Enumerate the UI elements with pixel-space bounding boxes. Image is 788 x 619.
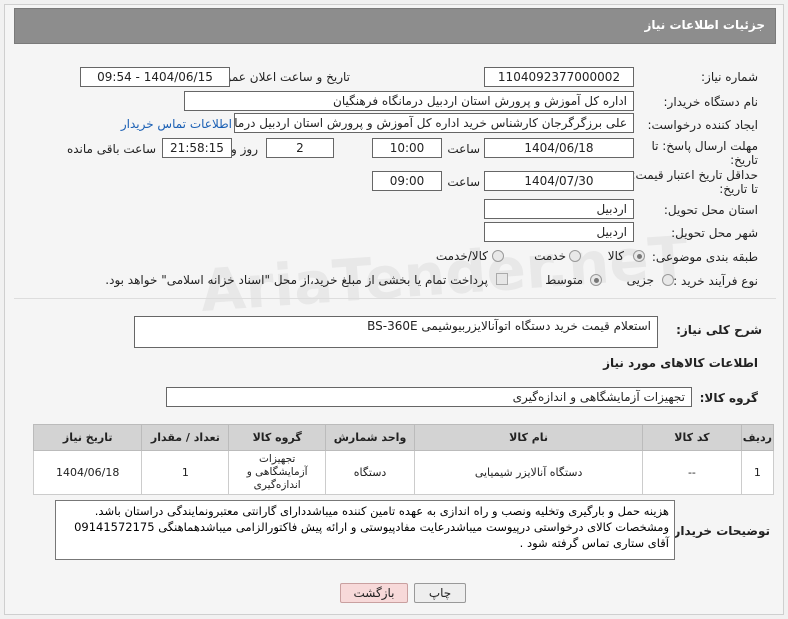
table-row: 1 -- دستگاه آنالایزر شیمیایی دستگاه تجهی… [32,450,775,495]
process-option-medium: متوسط [545,273,583,287]
category-option-both: کالا/خدمت [435,249,488,263]
deadline-time-label: ساعت [447,142,480,156]
process-label: نوع فرآیند خرید : [673,274,758,288]
goods-table: ردیف کد کالا نام کالا واحد شمارش گروه کا… [32,424,775,495]
goods-section-title: اطلاعات کالاهای مورد نیاز [603,356,758,370]
deadline-label: مهلت ارسال پاسخ: تا [651,139,758,153]
requester-field: علی برزگرگرجان کارشناس خرید اداره کل آمو… [234,113,634,133]
category-option-goods: کالا [607,249,624,263]
treasury-checkbox[interactable] [496,273,508,285]
cell-unit: دستگاه [324,450,416,495]
panel-header: جزئیات اطلاعات نیاز [14,8,776,44]
col-code: کد کالا [642,424,742,451]
col-qty: تعداد / مقدار [141,424,230,451]
days-label: روز و [231,142,258,156]
validity-time-field: 09:00 [372,171,442,191]
cell-code: -- [642,450,742,495]
days-field: 2 [266,138,334,158]
validity-label: حداقل تاریخ اعتبار قیمت: [631,168,758,182]
province-field: اردبیل [484,199,634,219]
province-label: استان محل تحویل: [663,203,758,217]
validity-date-field: 1404/07/30 [484,171,634,191]
need-number-field: 1104092377000002 [484,67,634,87]
treasury-note: پرداخت تمام یا بخشی از مبلغ خرید،از محل … [105,273,488,287]
remaining-label: ساعت باقی مانده [66,142,156,156]
print-button[interactable]: چاپ [414,583,466,603]
process-radio-medium[interactable] [590,274,602,286]
deadline-label-date: تاریخ: [730,153,758,167]
category-radio-both[interactable] [492,250,504,262]
validity-time-label: ساعت [447,175,480,189]
cell-row: 1 [740,450,775,495]
need-number-label: شماره نیاز: [701,70,758,84]
announce-date-field: 1404/06/15 - 09:54 [80,67,230,87]
col-name: نام کالا [414,424,644,451]
col-unit: واحد شمارش [324,424,416,451]
requester-label: ایجاد کننده درخواست: [647,118,758,132]
col-date: تاریخ نیاز [32,424,143,451]
city-label: شهر محل تحویل: [671,226,758,240]
category-radio-service[interactable] [569,250,581,262]
remaining-time-field: 21:58:15 [162,138,232,158]
cell-group: تجهیزات آزمایشگاهی و اندازه‌گیری [228,450,326,495]
page-title: جزئیات اطلاعات نیاز [644,18,765,32]
category-label: طبقه بندی موضوعی: [651,250,758,264]
buyer-contact-link[interactable]: اطلاعات تماس خریدار [121,117,232,131]
process-radio-minor[interactable] [662,274,674,286]
goods-group-field: تجهیزات آزمایشگاهی و اندازه‌گیری [166,387,692,407]
goods-group-label: گروه کالا: [699,391,758,405]
cell-name: دستگاه آنالایزر شیمیایی [414,450,644,495]
divider [14,298,776,299]
category-option-service: خدمت [534,249,566,263]
city-field: اردبیل [484,222,634,242]
cell-qty: 1 [141,450,230,495]
process-option-minor: جزیی [626,273,654,287]
category-radio-goods[interactable] [633,250,645,262]
buyer-org-label: نام دستگاه خریدار: [663,95,759,109]
col-group: گروه کالا [228,424,326,451]
buyer-org-field: اداره کل آموزش و پرورش استان اردبیل درما… [184,91,634,111]
buyer-notes-field[interactable]: هزینه حمل و بارگیری وتخلیه ونصب و راه ان… [55,500,675,560]
summary-field: استعلام قیمت خرید دستگاه اتوآنالایزربیوش… [134,316,658,348]
table-header-row: ردیف کد کالا نام کالا واحد شمارش گروه کا… [32,424,775,451]
deadline-date-field: 1404/06/18 [484,138,634,158]
col-row: ردیف [740,424,775,451]
cell-date: 1404/06/18 [32,450,143,495]
validity-label-date: تا تاریخ: [719,182,758,196]
summary-label: شرح کلی نیاز: [676,323,762,337]
back-button[interactable]: بازگشت [340,583,408,603]
deadline-time-field: 10:00 [372,138,442,158]
buyer-notes-label: توضیحات خریدار: [668,524,770,538]
